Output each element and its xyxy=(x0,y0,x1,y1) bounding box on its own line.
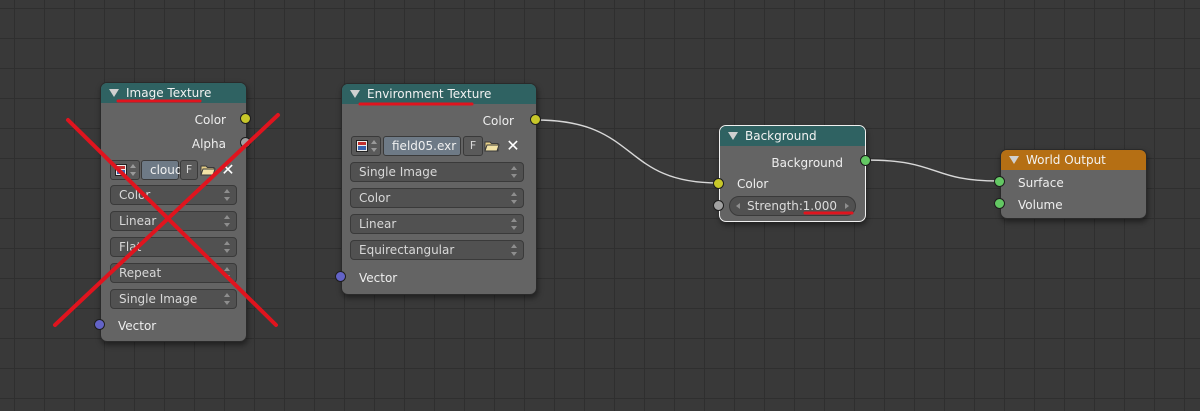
environment-texture-color-output-socket[interactable] xyxy=(530,114,541,125)
dropdown-arrows-icon xyxy=(511,243,518,257)
environment-texture-source-dropdown[interactable]: Single Image xyxy=(350,162,524,182)
dropdown-arrows-icon xyxy=(511,217,518,231)
background-color-input-socket[interactable] xyxy=(713,178,724,189)
dropdown-arrows-icon xyxy=(224,292,231,306)
environment-texture-vector-input-socket[interactable] xyxy=(335,271,346,282)
dropdown-arrows-icon xyxy=(224,266,231,280)
environment-texture-projection-dropdown[interactable]: Equirectangular xyxy=(350,240,524,260)
environment-texture-header[interactable]: Environment Texture xyxy=(342,84,536,104)
dropdown-arrows-icon xyxy=(224,188,231,202)
folder-icon[interactable] xyxy=(200,162,216,178)
image-texture-color-space-dropdown[interactable]: Color xyxy=(110,185,237,205)
world-output-volume-input-socket[interactable] xyxy=(994,198,1005,209)
folder-icon[interactable] xyxy=(484,138,500,154)
dropdown-value: Flat xyxy=(119,240,142,254)
world-output-volume-label: Volume xyxy=(1018,198,1063,212)
image-texture-interpolation-dropdown[interactable]: Linear xyxy=(110,211,237,231)
environment-texture-interpolation-dropdown[interactable]: Linear xyxy=(350,214,524,234)
dropdown-arrows-icon xyxy=(511,191,518,205)
dropdown-arrows-icon xyxy=(224,214,231,228)
environment-texture-color-space-dropdown[interactable]: Color xyxy=(350,188,524,208)
collapse-triangle-icon[interactable] xyxy=(109,89,119,97)
image-texture-projection-dropdown[interactable]: Flat xyxy=(110,237,237,257)
world-output-header[interactable]: World Output xyxy=(1001,150,1146,170)
image-icon[interactable] xyxy=(110,160,140,180)
background-strength-input-socket[interactable] xyxy=(713,200,724,211)
collapse-triangle-icon[interactable] xyxy=(350,90,360,98)
dropdown-value: Single Image xyxy=(359,165,438,179)
link-env-to-background xyxy=(535,119,719,184)
environment-texture-vector-label: Vector xyxy=(359,271,398,285)
image-texture-header[interactable]: Image Texture xyxy=(101,83,246,103)
image-texture-title: Image Texture xyxy=(126,86,212,100)
dropdown-arrows-icon xyxy=(224,240,231,254)
image-texture-vector-input-socket[interactable] xyxy=(94,319,105,330)
image-texture-extension-dropdown[interactable]: Repeat xyxy=(110,263,237,283)
collapse-triangle-icon[interactable] xyxy=(728,132,738,140)
dropdown-value: Linear xyxy=(119,214,157,228)
link-background-to-world xyxy=(865,159,999,182)
environment-texture-output-color-label: Color xyxy=(482,114,514,128)
image-texture-output-alpha-label: Alpha xyxy=(191,137,226,151)
dropdown-value: Color xyxy=(359,191,391,205)
environment-texture-file-row: field05.exr F ✕ xyxy=(351,135,527,157)
image-texture-file-row: cloud F ✕ xyxy=(110,159,240,181)
environment-texture-title: Environment Texture xyxy=(367,87,492,101)
background-title: Background xyxy=(745,129,817,143)
image-texture-alpha-output-socket[interactable] xyxy=(240,137,251,148)
dropdown-value: Repeat xyxy=(119,266,162,280)
background-output-socket[interactable] xyxy=(860,155,871,166)
world-output-title: World Output xyxy=(1026,153,1106,167)
background-strength-field[interactable]: Strength: 1.000 xyxy=(729,196,856,216)
dropdown-value: Linear xyxy=(359,217,397,231)
world-output-surface-input-socket[interactable] xyxy=(994,176,1005,187)
dropdown-value: Color xyxy=(119,188,151,202)
environment-texture-node[interactable]: Environment Texture Color field05.exr F … xyxy=(341,83,537,295)
world-output-surface-label: Surface xyxy=(1018,176,1064,190)
image-texture-output-color-label: Color xyxy=(194,113,226,127)
image-texture-node[interactable]: Image Texture Color Alpha cloud F ✕ Colo… xyxy=(100,82,247,342)
background-node[interactable]: Background Background Color Strength: 1.… xyxy=(719,125,866,222)
dropdown-arrows-icon xyxy=(511,165,518,179)
collapse-triangle-icon[interactable] xyxy=(1009,156,1019,164)
image-texture-color-output-socket[interactable] xyxy=(240,113,251,124)
environment-texture-file-name[interactable]: field05.exr xyxy=(383,136,461,156)
world-output-node[interactable]: World Output Surface Volume xyxy=(1000,149,1147,219)
background-header[interactable]: Background xyxy=(720,126,865,146)
dropdown-value: Single Image xyxy=(119,292,198,306)
increment-arrow-icon[interactable] xyxy=(845,203,849,209)
close-icon[interactable]: ✕ xyxy=(505,136,521,156)
close-icon[interactable]: ✕ xyxy=(220,160,236,180)
dropdown-value: Equirectangular xyxy=(359,243,455,257)
image-icon[interactable] xyxy=(351,136,381,156)
strength-value: 1.000 xyxy=(802,199,837,213)
image-texture-source-dropdown[interactable]: Single Image xyxy=(110,289,237,309)
environment-texture-fake-user-button[interactable]: F xyxy=(463,136,483,156)
image-texture-fake-user-button[interactable]: F xyxy=(180,160,198,180)
strength-label: Strength: xyxy=(747,199,803,213)
image-texture-vector-label: Vector xyxy=(118,319,157,333)
decrement-arrow-icon[interactable] xyxy=(736,203,740,209)
background-output-label: Background xyxy=(771,156,843,170)
background-color-input-label: Color xyxy=(737,177,769,191)
node-editor-canvas[interactable]: Image Texture Color Alpha cloud F ✕ Colo… xyxy=(0,0,1200,411)
image-texture-file-name[interactable]: cloud xyxy=(141,160,183,180)
